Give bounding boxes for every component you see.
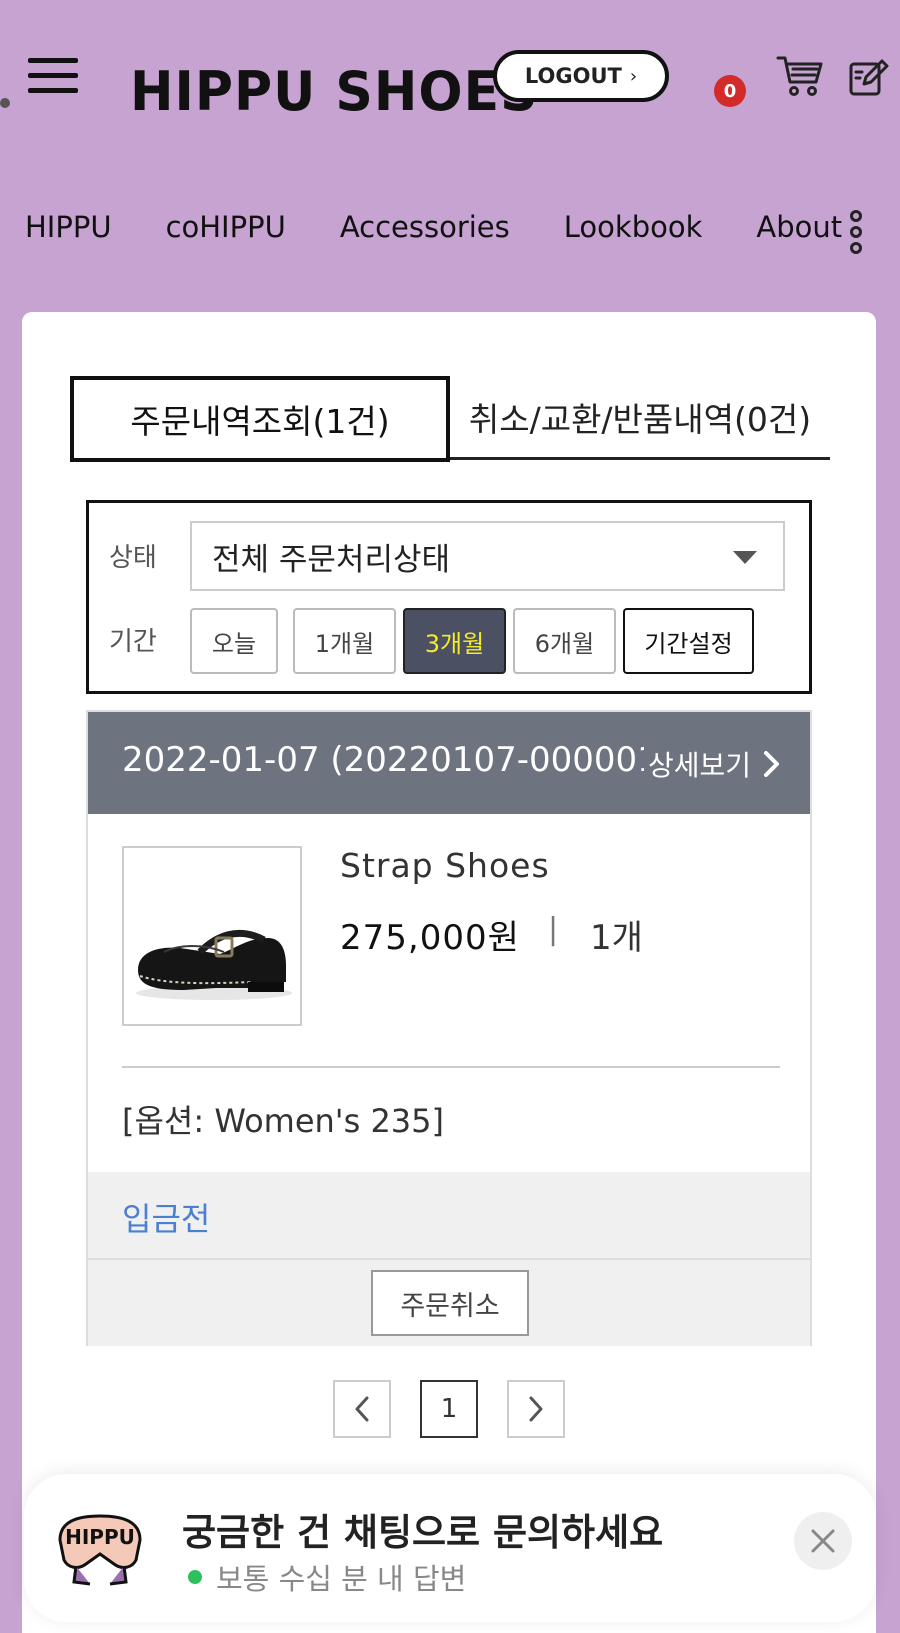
price-quantity-separator: | bbox=[548, 912, 559, 947]
order-number: (20220107-0000011) bbox=[330, 740, 694, 780]
chat-subtitle: 보통 수십 분 내 답변 bbox=[216, 1562, 467, 1596]
period-3month-button[interactable]: 3개월 bbox=[403, 608, 506, 674]
status-select-value: 전체 주문처리상태 bbox=[212, 541, 451, 578]
period-custom-button[interactable]: 기간설정 bbox=[623, 608, 754, 674]
order-card: 2022-01-07 (20220107-0000011) 상세보기 Strap… bbox=[86, 710, 812, 1346]
product-thumbnail[interactable] bbox=[122, 846, 302, 1026]
next-page-button[interactable] bbox=[507, 1380, 565, 1438]
nav-item-accessories[interactable]: Accessories bbox=[340, 210, 510, 244]
product-option: [옵션: Women's 235] bbox=[122, 1102, 445, 1140]
nav-item-about[interactable]: About bbox=[756, 210, 842, 244]
top-header: HIPPU SHOES LOGOUT › 0 bbox=[0, 0, 900, 160]
chevron-right-icon bbox=[764, 751, 780, 777]
period-filter-label: 기간 bbox=[109, 627, 157, 657]
status-filter-label: 상태 bbox=[109, 543, 157, 573]
logout-button[interactable]: LOGOUT › bbox=[493, 50, 669, 102]
cart-count-badge: 0 bbox=[714, 75, 746, 107]
shoe-image bbox=[136, 929, 292, 1000]
tab-cancel-exchange-return[interactable]: 취소/교환/반품내역(0건) bbox=[450, 376, 830, 460]
order-detail-label: 상세보기 bbox=[648, 749, 752, 782]
order-action-row: 주문취소 bbox=[88, 1260, 810, 1346]
edit-icon[interactable] bbox=[848, 56, 890, 98]
order-date-number: 2022-01-07 (20220107-0000011) bbox=[122, 740, 694, 780]
page-number-current[interactable]: 1 bbox=[420, 1380, 478, 1438]
tab-order-history[interactable]: 주문내역조회(1건) bbox=[70, 376, 450, 462]
period-1month-button[interactable]: 1개월 bbox=[293, 608, 396, 674]
order-status-row: 입금전 bbox=[88, 1172, 810, 1260]
product-name[interactable]: Strap Shoes bbox=[340, 846, 550, 885]
chevron-right-icon: › bbox=[629, 65, 638, 87]
cancel-order-button[interactable]: 주문취소 bbox=[371, 1270, 529, 1336]
divider bbox=[122, 1066, 780, 1068]
order-filter-box: 상태 전체 주문처리상태 기간 오늘 1개월 3개월 6개월 기간설정 bbox=[86, 500, 812, 694]
online-status-dot bbox=[188, 1570, 202, 1584]
order-detail-link[interactable]: 상세보기 bbox=[644, 744, 782, 784]
dropdown-arrow-icon bbox=[733, 551, 757, 564]
more-vertical-icon[interactable] bbox=[846, 210, 866, 258]
close-icon bbox=[811, 1529, 835, 1553]
period-today-button[interactable]: 오늘 bbox=[190, 608, 278, 674]
edge-dot bbox=[0, 98, 10, 108]
category-nav: HIPPU coHIPPU Accessories Lookbook About bbox=[0, 210, 900, 260]
chevron-right-icon bbox=[529, 1396, 543, 1422]
menu-icon[interactable] bbox=[28, 58, 78, 94]
chat-subtitle-row: 보통 수십 분 내 답변 bbox=[188, 1556, 466, 1598]
nav-item-cohippu[interactable]: coHIPPU bbox=[166, 210, 286, 244]
mascot-logo-text: HIPPU bbox=[65, 1525, 135, 1549]
status-select[interactable]: 전체 주문처리상태 bbox=[190, 521, 785, 591]
close-chat-button[interactable] bbox=[794, 1512, 852, 1570]
nav-item-lookbook[interactable]: Lookbook bbox=[564, 210, 703, 244]
period-6month-button[interactable]: 6개월 bbox=[513, 608, 616, 674]
cart-icon[interactable] bbox=[776, 54, 824, 98]
site-logo[interactable]: HIPPU SHOES bbox=[130, 61, 539, 124]
prev-page-button[interactable] bbox=[333, 1380, 391, 1438]
order-status: 입금전 bbox=[122, 1200, 211, 1238]
chevron-left-icon bbox=[355, 1396, 369, 1422]
chat-title: 궁금한 건 채팅으로 문의하세요 bbox=[182, 1511, 664, 1554]
product-price: 275,000원 bbox=[340, 918, 520, 958]
product-quantity: 1개 bbox=[590, 918, 643, 958]
hippu-mascot-logo: HIPPU bbox=[58, 1514, 142, 1586]
order-date: 2022-01-07 bbox=[122, 740, 320, 780]
order-header: 2022-01-07 (20220107-0000011) 상세보기 bbox=[88, 712, 810, 814]
logout-label: LOGOUT bbox=[524, 64, 622, 88]
order-tabs: 주문내역조회(1건) 취소/교환/반품내역(0건) bbox=[70, 376, 830, 464]
nav-item-hippu[interactable]: HIPPU bbox=[25, 210, 112, 244]
chat-widget[interactable]: HIPPU 궁금한 건 채팅으로 문의하세요 보통 수십 분 내 답변 bbox=[24, 1474, 876, 1622]
